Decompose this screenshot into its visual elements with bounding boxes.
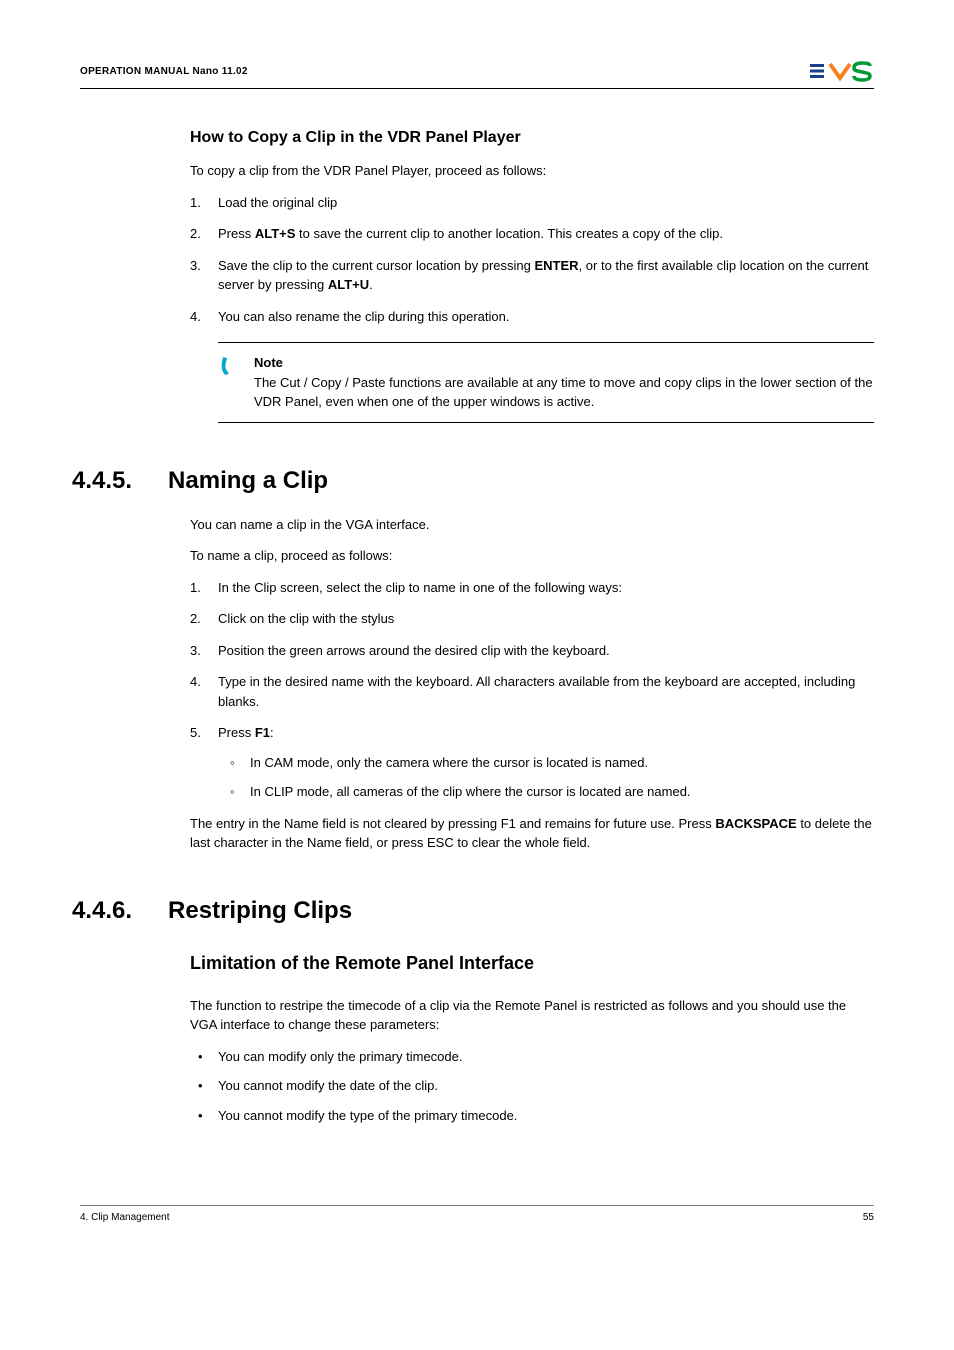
list-item: Save the clip to the current cursor loca… [190, 256, 874, 295]
text-fragment: to save the current clip to another loca… [295, 226, 723, 241]
list-item: You cannot modify the date of the clip. [190, 1076, 874, 1096]
keyboard-shortcut: F1 [255, 725, 270, 740]
bullets-list: You can modify only the primary timecode… [190, 1047, 874, 1126]
list-item: You cannot modify the type of the primar… [190, 1106, 874, 1126]
keyboard-shortcut: ENTER [535, 258, 579, 273]
section-copy-clip: How to Copy a Clip in the VDR Panel Play… [190, 129, 874, 423]
intro-text: The function to restripe the timecode of… [190, 996, 874, 1035]
sub-list: In CAM mode, only the camera where the c… [218, 753, 874, 802]
list-item: You can modify only the primary timecode… [190, 1047, 874, 1067]
intro-text: You can name a clip in the VGA interface… [190, 515, 874, 535]
list-item: In the Clip screen, select the clip to n… [190, 578, 874, 598]
intro-text: To name a clip, proceed as follows: [190, 546, 874, 566]
note-content: Note The Cut / Copy / Paste functions ar… [254, 353, 874, 412]
section-heading-restriping: 4.4.6. Restriping Clips [72, 897, 874, 925]
list-item: Press F1: In CAM mode, only the camera w… [190, 723, 874, 802]
note-callout: Note The Cut / Copy / Paste functions ar… [218, 342, 874, 423]
text-fragment: Press [218, 226, 255, 241]
list-item: Press ALT+S to save the current clip to … [190, 224, 874, 244]
list-item: Click on the clip with the stylus [190, 609, 874, 629]
list-item: Type in the desired name with the keyboa… [190, 672, 874, 711]
steps-list: Load the original clip Press ALT+S to sa… [190, 193, 874, 327]
keyboard-shortcut: BACKSPACE [715, 816, 796, 831]
text-fragment: Press [218, 725, 255, 740]
footer-page-number: 55 [863, 1212, 874, 1223]
text-fragment: : [270, 725, 274, 740]
text-fragment: Save the clip to the current cursor loca… [218, 258, 535, 273]
section-heading-naming: 4.4.5. Naming a Clip [72, 467, 874, 495]
footer-chapter: 4. Clip Management [80, 1212, 170, 1223]
heading-copy-clip: How to Copy a Clip in the VDR Panel Play… [190, 129, 874, 147]
subheading-limitation: Limitation of the Remote Panel Interface [190, 953, 874, 974]
outro-text: The entry in the Name field is not clear… [190, 814, 874, 853]
note-text: The Cut / Copy / Paste functions are ava… [254, 375, 873, 410]
list-item: Load the original clip [190, 193, 874, 213]
evs-logo [810, 60, 874, 82]
intro-text: To copy a clip from the VDR Panel Player… [190, 161, 874, 181]
list-item: You can also rename the clip during this… [190, 307, 874, 327]
keyboard-shortcut: ALT+S [255, 226, 296, 241]
note-label: Note [254, 353, 874, 373]
section-title: Restriping Clips [168, 897, 352, 925]
text-fragment: . [369, 277, 373, 292]
text-fragment: The entry in the Name field is not clear… [190, 816, 715, 831]
section-number: 4.4.5. [72, 467, 132, 495]
section-number: 4.4.6. [72, 897, 132, 925]
list-item: In CLIP mode, all cameras of the clip wh… [218, 782, 874, 802]
manual-title: OPERATION MANUAL Nano 11.02 [80, 66, 248, 77]
list-item: Position the green arrows around the des… [190, 641, 874, 661]
list-item: In CAM mode, only the camera where the c… [218, 753, 874, 773]
page-header: OPERATION MANUAL Nano 11.02 [80, 60, 874, 89]
steps-list: In the Clip screen, select the clip to n… [190, 578, 874, 802]
note-icon [218, 353, 240, 412]
keyboard-shortcut: ALT+U [328, 277, 369, 292]
page-footer: 4. Clip Management 55 [80, 1205, 874, 1223]
section-title: Naming a Clip [168, 467, 328, 495]
